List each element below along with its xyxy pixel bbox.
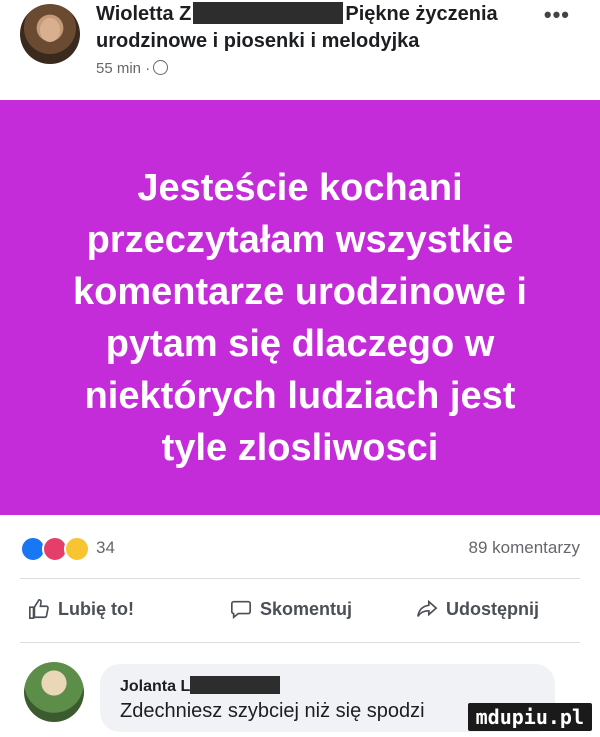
post-subtitle: urodzinowe i piosenki i melodyjka (96, 30, 420, 52)
body-line: komentarze urodzinowe i (73, 271, 527, 313)
like-label: Lubię to! (58, 599, 134, 619)
body-line: pytam się dlaczego w (105, 323, 495, 365)
comment-label: Skomentuj (260, 599, 353, 619)
wow-reaction-icon[interactable] (64, 536, 90, 562)
reaction-count[interactable]: 34 (96, 538, 115, 558)
post-time: 55 min · (96, 60, 169, 77)
comment-item: Jolanta L Zdechniesz szybciej niż się sp… (0, 656, 600, 737)
body-line: przeczytałam wszystkie (86, 219, 514, 261)
watermark-logo: mdupiu.pl (467, 703, 592, 731)
redaction-bar (193, 2, 344, 24)
globe-icon (153, 60, 169, 75)
commenter-avatar[interactable] (24, 662, 84, 722)
action-bar: Lubię to! Skomentuj Udostępnij (20, 592, 580, 632)
share-label: Udostępnij (446, 599, 539, 619)
commenter-name-line: Jolanta L (120, 676, 281, 696)
thumbs-up-icon (29, 599, 49, 619)
author-name[interactable]: Wioletta Z (96, 3, 191, 25)
avatar-face (40, 18, 60, 42)
more-options-icon[interactable]: ••• (544, 2, 570, 28)
post-header: Wioletta Z Piękne życzenia ••• urodzinowe… (0, 0, 600, 100)
comment-button[interactable]: Skomentuj (230, 598, 352, 620)
post-timestamp[interactable]: 55 min · (96, 60, 150, 77)
like-button[interactable]: Lubię to! (28, 598, 134, 620)
reactions-bar: 34 89 komentarzy (20, 536, 580, 566)
post-body-card: Jesteście kochani przeczytałam wszystkie… (0, 100, 600, 515)
body-line: niektórych ludziach jest (84, 375, 516, 417)
divider (20, 578, 580, 579)
share-button[interactable]: Udostępnij (416, 598, 539, 620)
post-title: Piękne życzenia (345, 3, 498, 25)
commenter-name[interactable]: Jolanta L (120, 678, 190, 695)
share-arrow-icon (417, 599, 438, 617)
comment-text: Zdechniesz szybciej niż się spodzi (120, 700, 425, 722)
speech-bubble-icon (231, 600, 251, 619)
body-line: Jesteście kochani (137, 167, 463, 209)
redaction-bar (190, 676, 281, 694)
comments-count[interactable]: 89 komentarzy (469, 538, 581, 558)
post-body-text: Jesteście kochani przeczytałam wszystkie… (40, 162, 560, 474)
author-avatar[interactable] (20, 4, 80, 64)
post-title-line: Wioletta Z Piękne życzenia (96, 2, 498, 26)
body-line: tyle zlosliwosci (161, 427, 439, 469)
divider (20, 642, 580, 643)
